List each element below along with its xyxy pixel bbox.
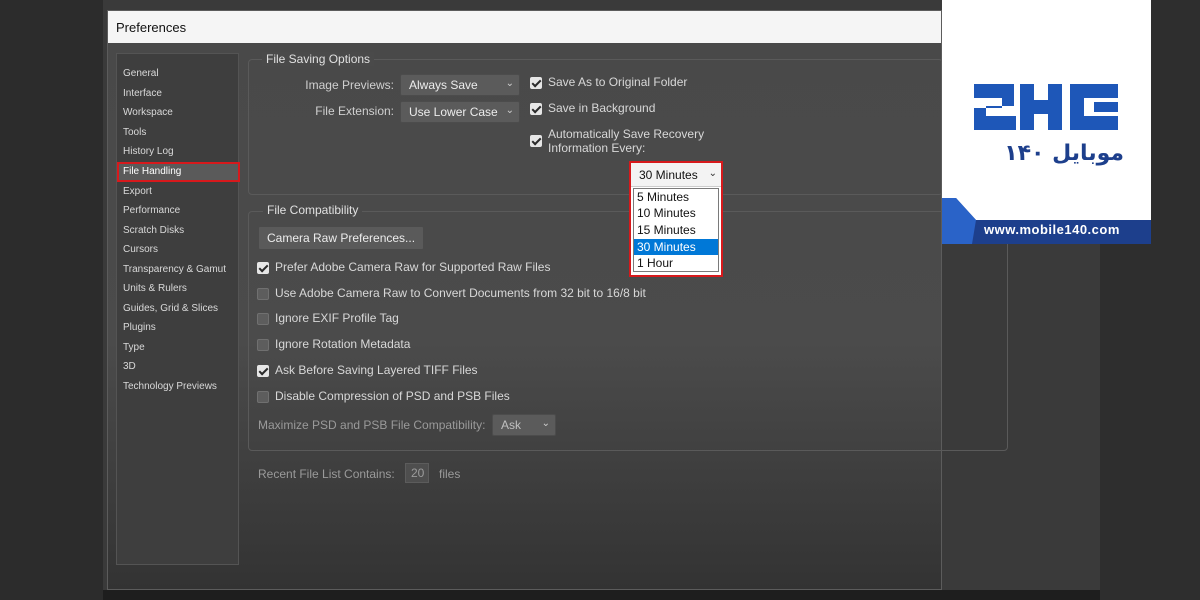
option-1-hour[interactable]: 1 Hour — [634, 255, 718, 271]
prefer-camera-raw-label: Prefer Adobe Camera Raw for Supported Ra… — [275, 260, 551, 274]
ask-layered-tiff-label: Ask Before Saving Layered TIFF Files — [275, 363, 478, 377]
dialog-body: General Interface Workspace Tools Histor… — [108, 43, 1008, 589]
image-previews-value: Always Save — [409, 78, 478, 92]
sidebar-item-type[interactable]: Type — [122, 340, 145, 356]
brand-logo-icon — [974, 84, 1118, 130]
sidebar-item-file-handling[interactable]: File Handling — [117, 162, 240, 182]
auto-save-interval-dropdown[interactable]: 30 Minutes ⌄ 5 Minutes 10 Minutes 15 Min… — [629, 161, 723, 277]
file-extension-value: Use Lower Case — [409, 105, 498, 119]
sidebar-item-guides-grid-slices[interactable]: Guides, Grid & Slices — [122, 301, 218, 317]
sidebar-item-export[interactable]: Export — [122, 184, 152, 200]
save-in-background-checkbox[interactable] — [530, 103, 542, 115]
sidebar-item-workspace[interactable]: Workspace — [122, 105, 173, 121]
maximize-compat-select[interactable]: Ask ⌄ — [492, 414, 556, 436]
option-5-minutes[interactable]: 5 Minutes — [634, 189, 718, 205]
sidebar-item-performance[interactable]: Performance — [122, 203, 180, 219]
auto-save-interval-value: 30 Minutes — [639, 168, 698, 182]
sidebar-item-history-log[interactable]: History Log — [122, 144, 174, 160]
auto-save-interval-select[interactable]: 30 Minutes ⌄ — [631, 163, 721, 187]
brand-url: www.mobile140.com — [984, 222, 1120, 237]
chevron-down-icon: ⌄ — [505, 78, 514, 89]
file-extension-select[interactable]: Use Lower Case ⌄ — [400, 101, 520, 123]
maximize-compat-label: Maximize PSD and PSB File Compatibility: — [258, 418, 486, 432]
save-in-background-label: Save in Background — [548, 101, 656, 115]
recent-files-label: Recent File List Contains: — [258, 467, 395, 481]
save-as-original-label: Save As to Original Folder — [548, 75, 688, 89]
recent-files-suffix: files — [439, 467, 461, 481]
sidebar-item-technology-previews[interactable]: Technology Previews — [122, 379, 217, 395]
background-left — [0, 0, 103, 600]
disable-compression-label: Disable Compression of PSD and PSB Files — [275, 389, 510, 403]
option-15-minutes[interactable]: 15 Minutes — [634, 222, 718, 238]
convert-32bit-checkbox[interactable] — [257, 288, 269, 300]
auto-save-recovery-checkbox[interactable] — [530, 135, 542, 147]
ignore-exif-label: Ignore EXIF Profile Tag — [275, 311, 399, 325]
image-previews-select[interactable]: Always Save ⌄ — [400, 74, 520, 96]
save-as-original-checkbox[interactable] — [530, 77, 542, 89]
recent-files-count-input[interactable]: 20 — [405, 463, 429, 483]
sidebar-item-cursors[interactable]: Cursors — [122, 242, 158, 258]
camera-raw-preferences-button[interactable]: Camera Raw Preferences... — [258, 226, 424, 250]
auto-save-label-line2: Information Every: — [548, 141, 646, 155]
background-bottom — [103, 590, 1100, 600]
watermark-logo: موبایل ۱۴۰ www.mobile140.com — [942, 0, 1151, 244]
maximize-compat-value: Ask — [501, 418, 522, 432]
auto-save-recovery-label: Automatically Save Recovery Information … — [548, 127, 704, 155]
file-saving-options-title: File Saving Options — [262, 52, 375, 66]
sidebar-item-units-rulers[interactable]: Units & Rulers — [122, 281, 187, 297]
sidebar-item-transparency-gamut[interactable]: Transparency & Gamut — [122, 262, 226, 278]
chevron-down-icon: ⌄ — [708, 168, 717, 179]
brand-persian-name: موبایل ۱۴۰ — [1004, 141, 1124, 166]
prefer-camera-raw-checkbox[interactable] — [257, 262, 269, 274]
ignore-rotation-label: Ignore Rotation Metadata — [275, 337, 411, 351]
disable-compression-checkbox[interactable] — [257, 391, 269, 403]
sidebar-item-general[interactable]: General — [122, 66, 159, 82]
auto-save-interval-options: 5 Minutes 10 Minutes 15 Minutes 30 Minut… — [633, 188, 719, 272]
convert-32bit-label: Use Adobe Camera Raw to Convert Document… — [275, 286, 646, 300]
sidebar-item-plugins[interactable]: Plugins — [122, 320, 156, 336]
ignore-rotation-checkbox[interactable] — [257, 339, 269, 351]
sidebar-item-interface[interactable]: Interface — [122, 86, 162, 102]
chevron-down-icon: ⌄ — [541, 418, 550, 429]
chevron-down-icon: ⌄ — [505, 105, 514, 116]
option-10-minutes[interactable]: 10 Minutes — [634, 205, 718, 221]
file-compatibility-title: File Compatibility — [263, 203, 363, 217]
option-30-minutes[interactable]: 30 Minutes — [634, 239, 718, 255]
auto-save-label-line1: Automatically Save Recovery — [548, 127, 705, 141]
file-extension-label: File Extension: — [315, 104, 394, 118]
dialog-titlebar[interactable]: Preferences — [108, 11, 941, 43]
sidebar-item-scratch-disks[interactable]: Scratch Disks — [122, 223, 184, 239]
image-previews-label: Image Previews: — [305, 78, 394, 92]
ask-layered-tiff-checkbox[interactable] — [257, 365, 269, 377]
sidebar-item-tools[interactable]: Tools — [122, 125, 146, 141]
preferences-dialog: Preferences General Interface Workspace … — [107, 10, 1008, 590]
url-band — [942, 198, 1151, 244]
sidebar-item-3d[interactable]: 3D — [122, 359, 136, 375]
dialog-title: Preferences — [116, 20, 187, 35]
preferences-sidebar: General Interface Workspace Tools Histor… — [116, 53, 240, 565]
ignore-exif-checkbox[interactable] — [257, 313, 269, 325]
